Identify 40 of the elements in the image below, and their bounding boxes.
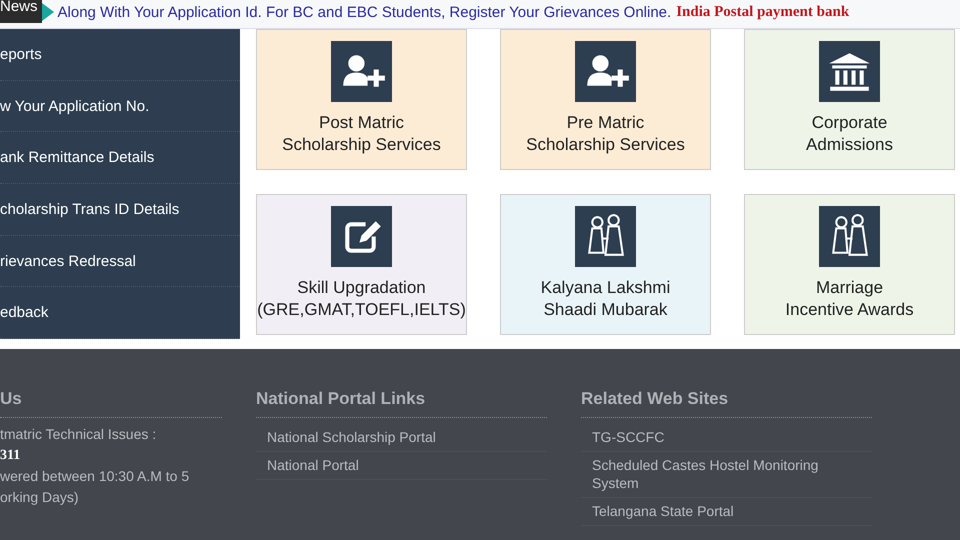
tile-title: Skill Upgradation (GRE,GMAT,TOEFL,IELTS) [257, 277, 466, 321]
couple-drawing-icon [575, 206, 636, 267]
edit-icon [331, 206, 392, 267]
footer-link[interactable]: Scheduled Castes Hostel Monitoring System [581, 452, 872, 498]
bank-building-icon [819, 41, 880, 102]
sidebar-item[interactable]: cholarship Trans ID Details [0, 184, 240, 236]
service-tile[interactable]: Corporate Admissions [744, 29, 955, 170]
triangle-icon [42, 3, 54, 21]
footer-heading: Related Web Sites [581, 389, 872, 418]
sidebar-item[interactable]: ank Remittance Details [0, 132, 240, 184]
service-tile[interactable]: Pre Matric Scholarship Services [500, 29, 711, 170]
tile-title: Kalyana Lakshmi Shaadi Mubarak [540, 277, 670, 321]
sidebar-item[interactable]: edback [0, 287, 240, 340]
service-tile[interactable]: Skill Upgradation (GRE,GMAT,TOEFL,IELTS) [256, 194, 467, 335]
sidebar-item[interactable]: rievances Redressal [0, 236, 240, 288]
contact-text: wered between 10:30 A.M to 5 [0, 467, 190, 486]
tile-title: Post Matric Scholarship Services [282, 112, 441, 156]
sidebar-item[interactable]: w Your Application No. [0, 80, 240, 132]
footer-heading: National Portal Links [256, 389, 547, 418]
footer-link[interactable]: National Portal [256, 452, 547, 480]
contact-text: orking Days) [0, 488, 80, 507]
contact-text: tmatric Technical Issues : [0, 425, 158, 444]
footer-link[interactable]: TG-SCCFC [581, 424, 872, 452]
news-label: News [0, 0, 42, 23]
service-tile[interactable]: Kalyana Lakshmi Shaadi Mubarak [500, 194, 711, 335]
service-tile[interactable]: Post Matric Scholarship Services [256, 29, 467, 170]
couple-drawing-icon [819, 206, 880, 267]
news-text[interactable]: Along With Your Application Id. For BC and EBC Students, Register Your Grievances Online. [58, 4, 672, 20]
tile-title: Pre Matric Scholarship Services [526, 112, 685, 156]
contact-text: 311 [0, 447, 22, 465]
sidebar-item[interactable]: eports [0, 29, 240, 81]
footer-link[interactable]: National Scholarship Portal [256, 424, 547, 452]
news-highlight[interactable]: India Postal payment bank [676, 4, 850, 20]
footer-heading: Us [0, 389, 222, 418]
tile-title: Corporate Admissions [806, 112, 893, 156]
user-add-icon [575, 41, 636, 102]
tile-title: Marriage Incentive Awards [785, 277, 914, 321]
service-tile[interactable]: Marriage Incentive Awards [744, 194, 955, 335]
user-add-icon [331, 41, 392, 102]
footer-link[interactable]: Telangana State Portal [581, 498, 872, 526]
